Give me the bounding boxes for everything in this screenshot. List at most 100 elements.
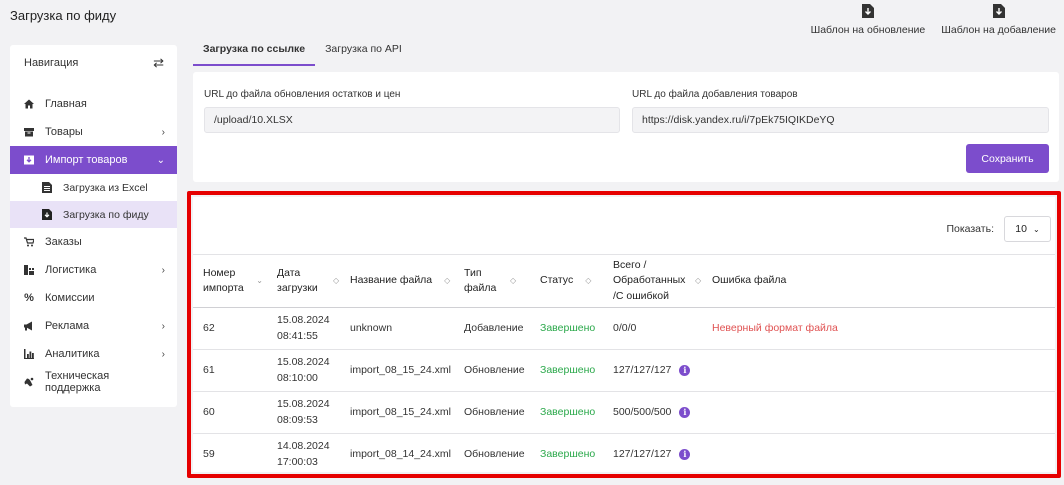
col-header-filetype[interactable]: Тип файла ◇ xyxy=(464,255,528,307)
info-icon[interactable]: i xyxy=(679,407,691,418)
sidebar-subitem-label: Загрузка по фиду xyxy=(63,208,149,221)
sidebar-item-label: Импорт товаров xyxy=(45,154,128,166)
sidebar-item-commissions[interactable]: % Комиссии xyxy=(10,284,177,312)
cell-filetype: Обновление xyxy=(464,363,525,376)
update-url-label: URL до файла обновления остатков и цен xyxy=(204,89,401,100)
tab-link-upload[interactable]: Загрузка по ссылке xyxy=(193,40,316,66)
tab-api-upload[interactable]: Загрузка по API xyxy=(315,40,412,66)
tabs: Загрузка по ссылке Загрузка по API xyxy=(193,40,412,66)
cell-date-time: 08:10:00 xyxy=(277,371,318,384)
sidebar: Навигация ⇄ Главная Товары › Импорт това… xyxy=(10,45,177,407)
sidebar-item-label: Аналитика xyxy=(45,348,100,360)
import-icon xyxy=(24,155,34,165)
update-template-label: Шаблон на обновление xyxy=(810,24,926,36)
percent-icon: % xyxy=(24,292,34,304)
home-icon xyxy=(24,99,34,109)
col-header-date[interactable]: Дата загрузки ◇ xyxy=(277,255,341,307)
sort-icon: ◇ xyxy=(585,276,592,286)
table-row: 61 15.08.2024 08:10:00 import_08_15_24.x… xyxy=(193,350,1055,392)
cell-date-day: 14.08.2024 xyxy=(277,440,330,453)
logistics-icon xyxy=(24,265,34,275)
col-header-id[interactable]: Номер импорта ⌄ xyxy=(203,255,263,307)
cell-counts: 500/500/500 i xyxy=(613,392,691,433)
col-header-filename[interactable]: Название файла ◇ xyxy=(350,255,450,307)
cart-icon xyxy=(24,237,34,247)
col-header-error: Ошибка файла xyxy=(712,255,786,307)
cell-date-day: 15.08.2024 xyxy=(277,398,330,411)
cell-filetype: Обновление xyxy=(464,405,525,418)
save-button[interactable]: Сохранить xyxy=(966,144,1049,173)
cell-id: 60 xyxy=(203,405,215,418)
sort-icon: ◇ xyxy=(333,276,340,286)
sidebar-item-analytics[interactable]: Аналитика › xyxy=(10,340,177,368)
cell-id: 59 xyxy=(203,447,215,460)
cell-error: Неверный формат файла xyxy=(712,321,838,334)
sidebar-item-support[interactable]: Техническая поддержка xyxy=(10,368,177,396)
sidebar-item-label: Главная xyxy=(45,98,87,110)
sidebar-item-label: Товары xyxy=(45,126,83,138)
chevron-right-icon: › xyxy=(161,320,165,332)
sort-icon: ◇ xyxy=(510,276,517,286)
swap-arrows-icon[interactable]: ⇄ xyxy=(153,55,164,71)
add-url-input[interactable]: https://disk.yandex.ru/i/7pEk75IQIKDeYQ xyxy=(632,107,1049,133)
table-row: 60 15.08.2024 08:09:53 import_08_15_24.x… xyxy=(193,392,1055,434)
update-url-input[interactable]: /upload/10.XLSX xyxy=(204,107,620,133)
chevron-right-icon: › xyxy=(161,264,165,276)
nav-header: Навигация ⇄ xyxy=(10,45,177,81)
col-header-label: Дата загрузки xyxy=(277,266,318,294)
col-header-label: Ошибка файла xyxy=(712,274,787,287)
page-title: Загрузка по фиду xyxy=(10,8,117,23)
cell-id: 62 xyxy=(203,321,215,334)
page-size-select[interactable]: 10 ⌄ xyxy=(1004,216,1051,242)
download-file-icon xyxy=(992,4,1005,18)
sidebar-subitem-feed[interactable]: Загрузка по фиду xyxy=(10,201,177,228)
highlight-frame: Показать: 10 ⌄ Номер импорта ⌄ Дата загр… xyxy=(187,191,1061,478)
cell-counts: 0/0/0 xyxy=(613,321,637,334)
col-header-status[interactable]: Статус ◇ xyxy=(540,255,591,307)
update-template-button[interactable]: Шаблон на обновление xyxy=(810,4,926,36)
sidebar-subitem-excel[interactable]: Загрузка из Excel xyxy=(10,174,177,201)
imports-table-card: Показать: 10 ⌄ Номер импорта ⌄ Дата загр… xyxy=(193,197,1055,472)
sidebar-subitem-label: Загрузка из Excel xyxy=(63,181,148,194)
cell-date-time: 17:00:03 xyxy=(277,455,318,468)
col-header-label: Тип файла xyxy=(464,266,497,294)
nav-header-label: Навигация xyxy=(24,57,79,69)
col-header-label: Статус xyxy=(540,274,574,287)
sort-icon: ◇ xyxy=(695,276,702,286)
sidebar-item-orders[interactable]: Заказы xyxy=(10,228,177,256)
sidebar-item-import[interactable]: Импорт товаров ⌄ xyxy=(10,146,177,174)
cell-date: 15.08.2024 08:10:00 xyxy=(277,350,330,391)
bar-chart-icon xyxy=(24,349,34,359)
support-icon xyxy=(24,377,34,387)
table-row: 59 14.08.2024 17:00:03 import_08_14_24.x… xyxy=(193,434,1055,476)
chevron-down-icon: ⌄ xyxy=(1032,224,1040,234)
cell-date: 15.08.2024 08:41:55 xyxy=(277,308,330,349)
info-icon[interactable]: i xyxy=(679,449,691,460)
cell-filename: import_08_15_24.xml xyxy=(350,363,451,376)
add-template-label: Шаблон на добавление xyxy=(941,24,1056,36)
chevron-down-icon: ⌄ xyxy=(156,154,165,166)
sidebar-item-home[interactable]: Главная xyxy=(10,90,177,118)
chevron-right-icon: › xyxy=(161,348,165,360)
page-size-control: Показать: 10 ⌄ xyxy=(946,216,1051,242)
cell-id: 61 xyxy=(203,363,215,376)
sidebar-item-ads[interactable]: Реклама › xyxy=(10,312,177,340)
sidebar-item-label: Логистика xyxy=(45,264,97,276)
add-url-label: URL до файла добавления товаров xyxy=(632,89,798,100)
sidebar-item-logistics[interactable]: Логистика › xyxy=(10,256,177,284)
cell-date: 15.08.2024 08:09:53 xyxy=(277,392,330,433)
add-template-button[interactable]: Шаблон на добавление xyxy=(941,4,1056,36)
info-icon[interactable]: i xyxy=(679,365,691,376)
cell-status: Завершено xyxy=(540,321,596,334)
col-header-counts[interactable]: Всего / Обработанных /С ошибкой ◇ xyxy=(613,255,709,307)
cell-date: 14.08.2024 17:00:03 xyxy=(277,434,330,475)
table-row: 62 15.08.2024 08:41:55 unknown Добавлени… xyxy=(193,308,1055,350)
feed-file-icon xyxy=(42,209,52,220)
col-header-label: Номер импорта xyxy=(203,266,244,294)
page-size-label: Показать: xyxy=(946,223,994,235)
cell-status: Завершено xyxy=(540,363,596,376)
sidebar-item-products[interactable]: Товары › xyxy=(10,118,177,146)
cell-filename: import_08_15_24.xml xyxy=(350,405,451,418)
sidebar-item-label: Реклама xyxy=(45,320,90,332)
cell-filetype: Добавление xyxy=(464,321,524,334)
